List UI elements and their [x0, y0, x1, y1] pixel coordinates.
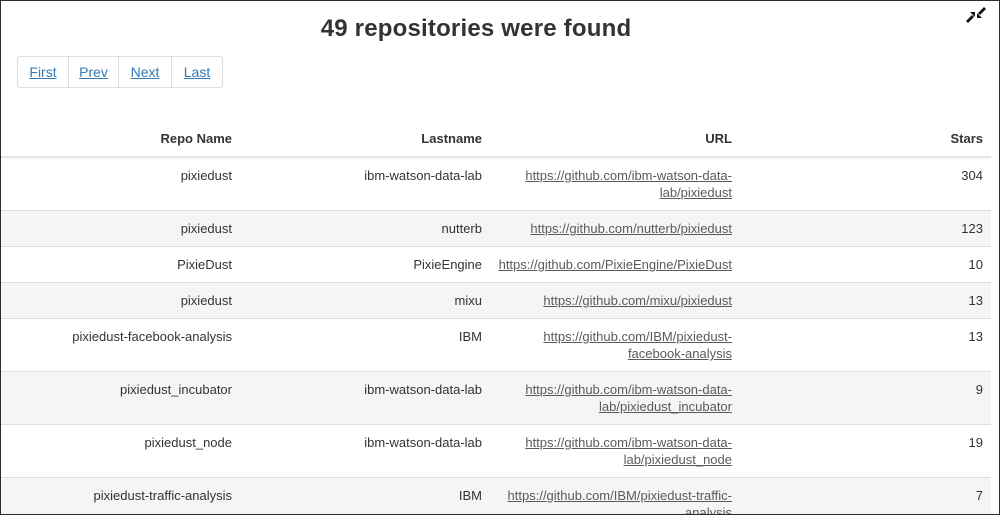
stars-cell: 304	[740, 156, 991, 211]
stars-cell: 13	[740, 318, 991, 372]
repo-name-cell: pixiedust-traffic-analysis	[1, 477, 240, 514]
prev-page-link[interactable]: Prev	[69, 57, 119, 87]
repo-url-link[interactable]: https://github.com/ibm-watson-data-lab/p…	[525, 168, 732, 200]
table-row: pixiedust_incubator ibm-watson-data-lab …	[1, 371, 991, 425]
stars-cell: 10	[740, 246, 991, 283]
table-row: pixiedust ibm-watson-data-lab https://gi…	[1, 156, 991, 211]
stars-cell: 19	[740, 424, 991, 478]
lastname-cell: ibm-watson-data-lab	[240, 424, 490, 478]
header-url[interactable]: URL	[490, 120, 740, 158]
stars-cell: 7	[740, 477, 991, 514]
url-cell: https://github.com/mixu/pixiedust	[490, 282, 740, 319]
repo-url-link[interactable]: https://github.com/mixu/pixiedust	[543, 293, 732, 308]
repo-name-cell: pixiedust-facebook-analysis	[1, 318, 240, 372]
url-cell: https://github.com/nutterb/pixiedust	[490, 210, 740, 247]
table-row: pixiedust mixu https://github.com/mixu/p…	[1, 282, 991, 319]
header-shadow	[1, 156, 991, 160]
lastname-cell: IBM	[240, 318, 490, 372]
repo-name-cell: pixiedust_node	[1, 424, 240, 478]
results-heading: 49 repositories were found	[320, 15, 632, 42]
repo-url-link[interactable]: https://github.com/ibm-watson-data-lab/p…	[525, 382, 732, 414]
collapse-arrows-icon[interactable]	[963, 6, 989, 24]
repo-name-cell: pixiedust_incubator	[1, 371, 240, 425]
repo-url-link[interactable]: https://github.com/PixieEngine/PixieDust	[499, 257, 732, 272]
lastname-cell: IBM	[240, 477, 490, 514]
repo-name-cell: PixieDust	[1, 246, 240, 283]
lastname-cell: ibm-watson-data-lab	[240, 156, 490, 211]
url-cell: https://github.com/IBM/pixiedust-faceboo…	[490, 318, 740, 372]
url-cell: https://github.com/ibm-watson-data-lab/p…	[490, 424, 740, 478]
table-row: PixieDust PixieEngine https://github.com…	[1, 246, 991, 283]
table-header-row: Repo Name Lastname URL Stars	[1, 120, 991, 158]
url-cell: https://github.com/IBM/pixiedust-traffic…	[490, 477, 740, 514]
lastname-cell: PixieEngine	[240, 246, 490, 283]
stars-cell: 123	[740, 210, 991, 247]
table-row: pixiedust-facebook-analysis IBM https://…	[1, 318, 991, 372]
header-lastname[interactable]: Lastname	[240, 120, 490, 158]
table-row: pixiedust nutterb https://github.com/nut…	[1, 210, 991, 247]
output-frame: 49 repositories were found First Prev Ne…	[0, 0, 1000, 515]
repo-url-link[interactable]: https://github.com/ibm-watson-data-lab/p…	[525, 435, 732, 467]
url-cell: https://github.com/PixieEngine/PixieDust	[490, 246, 740, 283]
first-page-link[interactable]: First	[18, 57, 69, 87]
stars-cell: 13	[740, 282, 991, 319]
lastname-cell: mixu	[240, 282, 490, 319]
url-cell: https://github.com/ibm-watson-data-lab/p…	[490, 156, 740, 211]
pagination: First Prev Next Last	[17, 56, 223, 88]
repo-url-link[interactable]: https://github.com/IBM/pixiedust-traffic…	[508, 488, 732, 514]
url-cell: https://github.com/ibm-watson-data-lab/p…	[490, 371, 740, 425]
repo-name-cell: pixiedust	[1, 282, 240, 319]
repo-url-link[interactable]: https://github.com/IBM/pixiedust-faceboo…	[543, 329, 732, 361]
table-row: pixiedust_node ibm-watson-data-lab https…	[1, 424, 991, 478]
stars-cell: 9	[740, 371, 991, 425]
repo-name-cell: pixiedust	[1, 210, 240, 247]
table-row: pixiedust-traffic-analysis IBM https://g…	[1, 477, 991, 514]
repo-name-cell: pixiedust	[1, 156, 240, 211]
repo-url-link[interactable]: https://github.com/nutterb/pixiedust	[530, 221, 732, 236]
header-stars[interactable]: Stars	[740, 120, 991, 158]
lastname-cell: nutterb	[240, 210, 490, 247]
repositories-table: Repo Name Lastname URL Stars pixiedust i…	[1, 120, 991, 514]
next-page-link[interactable]: Next	[119, 57, 172, 87]
last-page-link[interactable]: Last	[172, 57, 222, 87]
lastname-cell: ibm-watson-data-lab	[240, 371, 490, 425]
header-repo-name[interactable]: Repo Name	[1, 120, 240, 158]
